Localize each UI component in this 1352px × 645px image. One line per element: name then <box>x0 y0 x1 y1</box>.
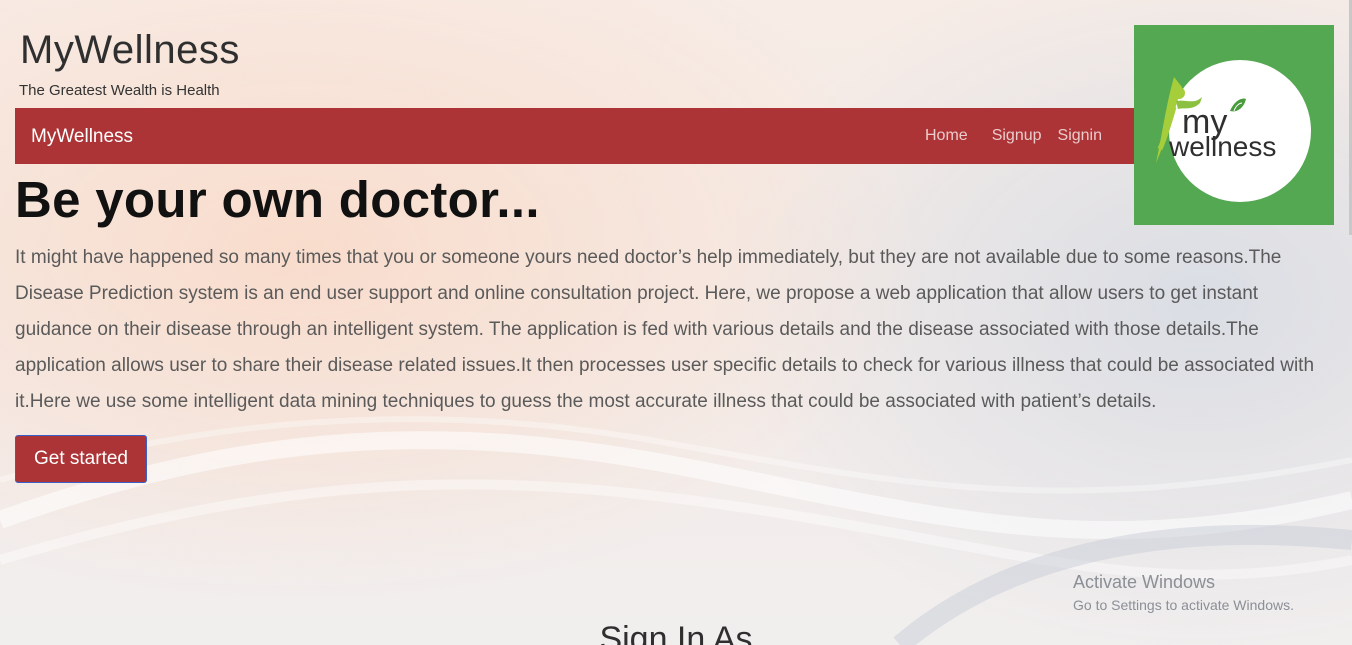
signin-as-heading: Sign In As <box>599 620 753 645</box>
nav-home[interactable]: Home <box>917 127 984 145</box>
activate-windows-watermark: Activate Windows Go to Settings to activ… <box>1073 572 1294 613</box>
svg-text:wellness: wellness <box>1168 131 1276 162</box>
nav-signin[interactable]: Signin <box>1050 127 1110 145</box>
get-started-button[interactable]: Get started <box>15 435 147 483</box>
navbar-brand[interactable]: MyWellness <box>31 126 133 148</box>
site-tagline: The Greatest Wealth is Health <box>19 82 220 99</box>
mywellness-logo: my wellness <box>1134 25 1334 225</box>
hero-description: It might have happened so many times tha… <box>15 247 1315 412</box>
nav-signup[interactable]: Signup <box>984 127 1050 145</box>
site-title: MyWellness <box>20 28 240 72</box>
watermark-title: Activate Windows <box>1073 572 1216 592</box>
main-navbar: MyWellness Home Signup Signin <box>15 108 1140 164</box>
logo-icon: my wellness <box>1156 60 1311 202</box>
navbar-links: Home Signup Signin <box>917 127 1110 145</box>
hero-title: Be your own doctor... <box>15 171 540 228</box>
watermark-subtitle: Go to Settings to activate Windows. <box>1073 597 1294 613</box>
